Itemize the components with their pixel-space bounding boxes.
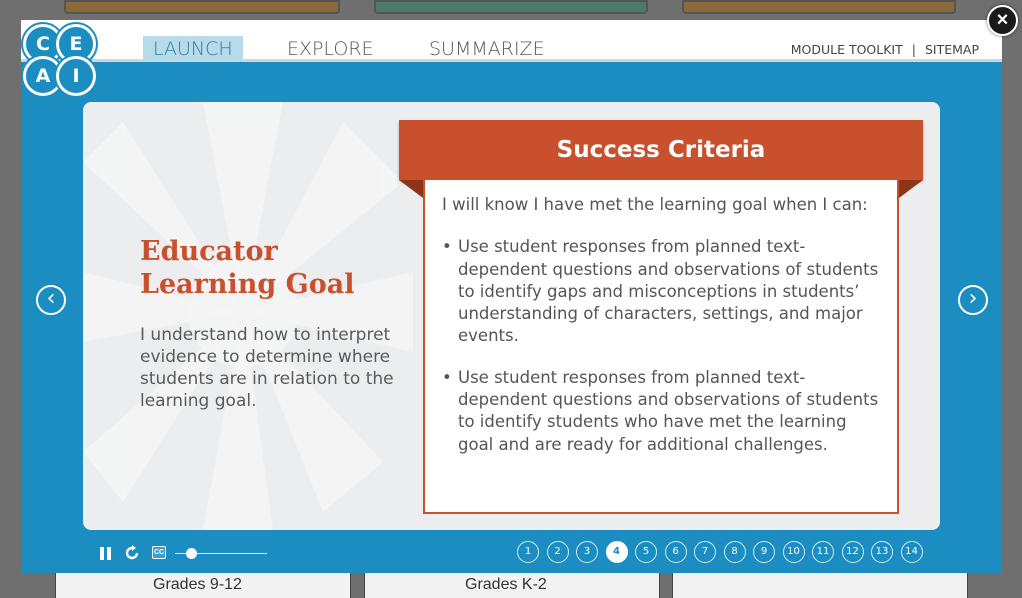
page-button[interactable]: 11 — [812, 541, 834, 563]
module-modal: LAUNCH EXPLORE SUMMARIZE MODULE TOOLKIT |… — [21, 20, 1002, 573]
page-button[interactable]: 12 — [841, 541, 864, 563]
page-button[interactable]: 10 — [782, 541, 805, 563]
criteria-item: Use student responses from planned text-… — [442, 367, 881, 456]
criteria-list: Use student responses from planned text-… — [442, 236, 881, 456]
learning-goal-text: I understand how to interpret evidence t… — [140, 325, 394, 411]
top-links: MODULE TOOLKIT | SITEMAP — [791, 42, 979, 57]
next-slide-button[interactable]: › — [958, 285, 988, 315]
background-thumbnail-1 — [64, 0, 340, 14]
page-button[interactable]: 6 — [664, 541, 687, 563]
replay-icon[interactable] — [124, 545, 140, 561]
background-card-3 — [672, 570, 968, 598]
tab-summarize[interactable]: SUMMARIZE — [419, 36, 555, 62]
page-button[interactable]: 1 — [517, 541, 539, 563]
pause-icon[interactable] — [100, 547, 104, 560]
close-icon[interactable]: × — [987, 5, 1018, 36]
page-button[interactable]: 3 — [576, 541, 598, 563]
page-button[interactable]: 13 — [871, 541, 893, 563]
background-grade-label: Grades 9-12 — [153, 576, 242, 593]
tab-explore[interactable]: EXPLORE — [277, 36, 384, 62]
page-button[interactable]: 7 — [694, 541, 716, 563]
volume-slider-thumb[interactable] — [185, 548, 197, 559]
background-thumbnail-2 — [374, 0, 648, 14]
page-button[interactable]: 2 — [546, 541, 569, 563]
page-button[interactable]: 9 — [753, 541, 775, 563]
success-criteria-box: I will know I have met the learning goal… — [423, 180, 899, 514]
banner-fold-left — [399, 180, 423, 198]
tab-launch[interactable]: LAUNCH — [143, 36, 243, 62]
background-thumbnail-3 — [682, 0, 956, 14]
page-button[interactable]: 14 — [900, 541, 923, 563]
page-button-current[interactable]: 4 — [605, 541, 628, 563]
ceai-logo[interactable]: C E A I — [21, 20, 101, 100]
banner-fold-right — [899, 180, 923, 198]
slide-content: Educator Learning Goal I understand how … — [83, 102, 940, 530]
link-separator: | — [911, 42, 916, 57]
sitemap-link[interactable]: SITEMAP — [925, 42, 979, 57]
slide-pager: 1 2 3 4 5 6 7 8 9 10 11 12 13 14 — [517, 541, 930, 563]
criteria-intro: I will know I have met the learning goal… — [442, 195, 868, 214]
pause-icon-bar — [107, 547, 111, 560]
page-button[interactable]: 8 — [723, 541, 746, 563]
logo-letter: I — [56, 56, 96, 96]
success-criteria-banner: Success Criteria — [399, 120, 923, 180]
previous-slide-button[interactable]: ‹ — [36, 285, 66, 315]
closed-captions-button[interactable]: CC — [152, 546, 166, 559]
page-button[interactable]: 5 — [635, 541, 657, 563]
criteria-item: Use student responses from planned text-… — [442, 236, 881, 347]
module-toolkit-link[interactable]: MODULE TOOLKIT — [791, 42, 903, 57]
modal-header: LAUNCH EXPLORE SUMMARIZE MODULE TOOLKIT |… — [21, 20, 1002, 62]
background-grade-label: Grades K-2 — [465, 576, 547, 593]
learning-goal-title: Educator Learning Goal — [140, 236, 355, 300]
